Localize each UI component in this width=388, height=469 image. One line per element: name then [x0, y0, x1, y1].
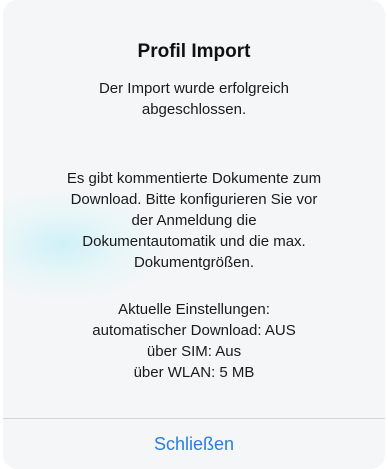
document-info-message: Es gibt kommentierte Dokumente zum Downl… [3, 168, 385, 273]
current-settings-message: Aktuelle Einstellungen: automatischer Do… [3, 299, 385, 383]
alert-dialog: Profil Import Der Import wurde erfolgrei… [3, 0, 385, 469]
setting-auto-download: automatischer Download: AUS [92, 322, 296, 339]
page: Profil Import Der Import wurde erfolgrei… [0, 0, 388, 469]
import-success-message: Der Import wurde erfolgreich abgeschloss… [3, 78, 385, 120]
setting-sim: über SIM: Aus [146, 343, 242, 360]
setting-wlan: über WLAN: 5 MB [133, 364, 255, 381]
close-button[interactable]: Schließen [3, 419, 385, 469]
dialog-title: Profil Import [137, 41, 251, 62]
message-line: Dokumentautomatik und die max. [82, 233, 306, 250]
message-line: der Anmeldung die [131, 212, 257, 229]
message-line: Download. Bitte konfigurieren Sie vor [70, 191, 318, 208]
message-line: Dokumentgrößen. [133, 254, 255, 271]
message-line: Der Import wurde erfolgreich [98, 80, 290, 97]
settings-heading: Aktuelle Einstellungen: [118, 301, 270, 318]
message-line: abgeschlossen. [141, 101, 247, 118]
dialog-content: Profil Import Der Import wurde erfolgrei… [3, 0, 385, 410]
message-line: Es gibt kommentierte Dokumente zum [66, 170, 322, 187]
